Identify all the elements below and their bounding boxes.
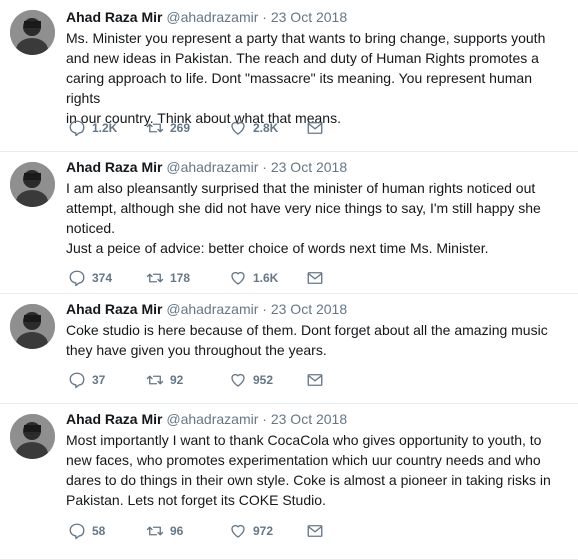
retweet-button[interactable]: 269 <box>146 119 190 137</box>
envelope-icon <box>306 119 324 137</box>
like-count: 972 <box>253 524 274 538</box>
direct-message-button[interactable] <box>306 269 324 287</box>
avatar[interactable] <box>10 162 55 207</box>
retweet-count: 96 <box>170 524 184 538</box>
heart-icon <box>229 119 247 137</box>
like-count: 2.8K <box>253 121 279 135</box>
like-count: 1.6K <box>253 271 279 285</box>
reply-button[interactable]: 58 <box>68 522 105 540</box>
tweet[interactable]: Ahad Raza Mir @ahadrazamir · 23 Oct 2018… <box>0 404 578 560</box>
retweet-icon <box>146 371 164 389</box>
retweet-count: 178 <box>170 271 191 285</box>
separator: · <box>262 411 267 427</box>
separator: · <box>262 301 267 317</box>
envelope-icon <box>306 371 324 389</box>
direct-message-button[interactable] <box>306 371 324 389</box>
tweet-text: Ms. Minister you represent a party that … <box>66 30 546 126</box>
reply-icon <box>68 371 86 389</box>
heart-icon <box>229 522 247 540</box>
retweet-icon <box>146 269 164 287</box>
author-name[interactable]: Ahad Raza Mir <box>66 9 162 25</box>
reply-count: 58 <box>92 524 106 538</box>
heart-icon <box>229 269 247 287</box>
reply-count: 374 <box>92 271 113 285</box>
author-handle[interactable]: @ahadrazamir <box>166 9 258 25</box>
author-name[interactable]: Ahad Raza Mir <box>66 411 162 427</box>
like-button[interactable]: 972 <box>229 522 273 540</box>
like-button[interactable]: 952 <box>229 371 273 389</box>
separator: · <box>262 159 267 175</box>
envelope-icon <box>306 269 324 287</box>
author-handle[interactable]: @ahadrazamir <box>166 301 258 317</box>
retweet-count: 269 <box>170 121 191 135</box>
tweet-date[interactable]: 23 Oct 2018 <box>271 159 347 175</box>
tweet-text: Coke studio is here because of them. Don… <box>66 322 548 358</box>
retweet-button[interactable]: 178 <box>146 269 190 287</box>
author-name[interactable]: Ahad Raza Mir <box>66 159 162 175</box>
retweet-icon <box>146 119 164 137</box>
tweet-feed: Ahad Raza Mir @ahadrazamir · 23 Oct 2018… <box>0 0 578 560</box>
tweet-date[interactable]: 23 Oct 2018 <box>271 411 347 427</box>
like-button[interactable]: 2.8K <box>229 119 278 137</box>
separator: · <box>262 9 267 25</box>
author-handle[interactable]: @ahadrazamir <box>166 159 258 175</box>
reply-button[interactable]: 37 <box>68 371 105 389</box>
reply-icon <box>68 119 86 137</box>
reply-button[interactable]: 374 <box>68 269 112 287</box>
tweet-text: I am also pleansantly surprised that the… <box>66 180 541 256</box>
tweet-text: Most importantly I want to thank CocaCol… <box>66 432 551 508</box>
reply-count: 37 <box>92 373 106 387</box>
reply-count: 1.2K <box>92 121 118 135</box>
retweet-button[interactable]: 92 <box>146 371 183 389</box>
retweet-button[interactable]: 96 <box>146 522 183 540</box>
retweet-icon <box>146 522 164 540</box>
tweet-date[interactable]: 23 Oct 2018 <box>271 301 347 317</box>
avatar[interactable] <box>10 414 55 459</box>
author-name[interactable]: Ahad Raza Mir <box>66 301 162 317</box>
envelope-icon <box>306 522 324 540</box>
like-count: 952 <box>253 373 274 387</box>
tweet[interactable]: Ahad Raza Mir @ahadrazamir · 23 Oct 2018… <box>0 294 578 404</box>
tweet[interactable]: Ahad Raza Mir @ahadrazamir · 23 Oct 2018… <box>0 0 578 152</box>
tweet-date[interactable]: 23 Oct 2018 <box>271 9 347 25</box>
reply-button[interactable]: 1.2K <box>68 119 117 137</box>
direct-message-button[interactable] <box>306 522 324 540</box>
author-handle[interactable]: @ahadrazamir <box>166 411 258 427</box>
avatar[interactable] <box>10 304 55 349</box>
like-button[interactable]: 1.6K <box>229 269 278 287</box>
avatar[interactable] <box>10 10 55 55</box>
tweet[interactable]: Ahad Raza Mir @ahadrazamir · 23 Oct 2018… <box>0 152 578 294</box>
reply-icon <box>68 522 86 540</box>
heart-icon <box>229 371 247 389</box>
direct-message-button[interactable] <box>306 119 324 137</box>
retweet-count: 92 <box>170 373 184 387</box>
reply-icon <box>68 269 86 287</box>
